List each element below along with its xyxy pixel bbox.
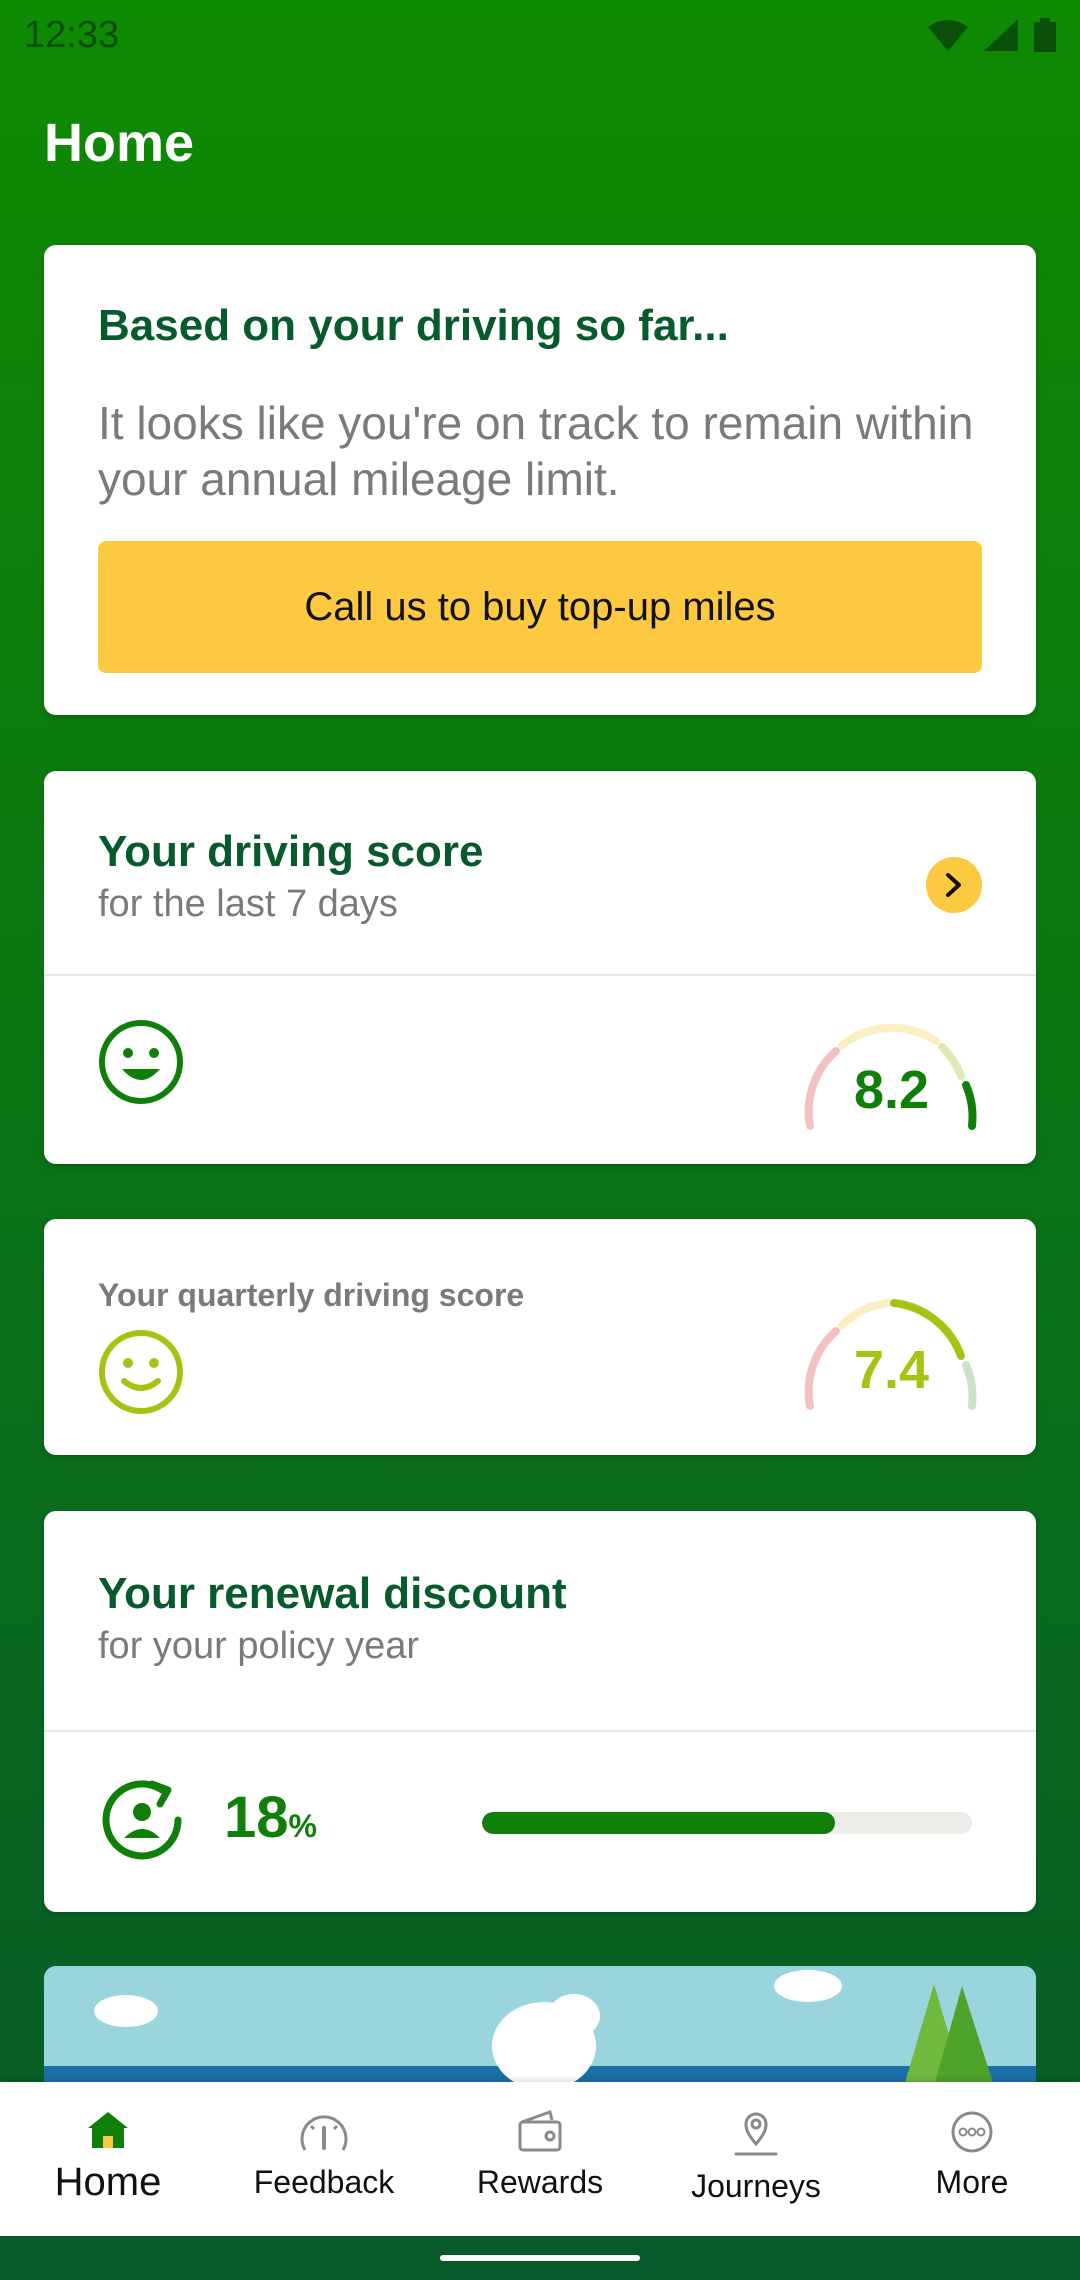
gesture-bar [0, 2236, 1080, 2280]
renewal-value-number: 18 [224, 1785, 289, 1850]
nav-rewards-label: Rewards [476, 2164, 604, 2200]
promo-banner[interactable] [44, 1966, 1036, 2086]
renewal-cycle-icon [102, 1780, 182, 1860]
nav-more[interactable]: More [864, 2082, 1080, 2236]
wifi-icon [928, 20, 968, 51]
home-icon [88, 2112, 128, 2148]
more-dots-icon [951, 2111, 993, 2153]
card-divider [44, 974, 1036, 976]
happy-face-icon [99, 1020, 183, 1104]
renewal-title: Your renewal discount [98, 1569, 567, 1618]
nav-feedback[interactable]: Feedback [216, 2082, 432, 2236]
quarterly-score-value: 7.4 [854, 1340, 930, 1400]
nav-home[interactable]: Home [0, 2082, 216, 2236]
wallet-icon [518, 2110, 562, 2152]
nav-rewards[interactable]: Rewards [432, 2082, 648, 2236]
mileage-card-title: Based on your driving so far... [98, 301, 729, 350]
weekly-score-card[interactable]: Your driving score for the last 7 days 8… [44, 771, 1036, 1164]
promo-illustration [44, 1970, 1036, 2086]
page-title: Home [44, 113, 195, 173]
mileage-card-body: It looks like you're on track to remain … [98, 397, 974, 505]
location-pin-icon [734, 2112, 778, 2156]
chevron-right-icon [946, 873, 961, 897]
status-time: 12:33 [24, 13, 120, 56]
mileage-card: Based on your driving so far... It looks… [44, 245, 1036, 715]
speedometer-icon [300, 2115, 348, 2151]
cta-label: Call us to buy top-up miles [304, 584, 776, 629]
bottom-navigation: Home Feedback Rewards Journeys More [0, 2082, 1080, 2236]
renewal-progress-fill [482, 1812, 835, 1834]
renewal-progress-bar [482, 1812, 972, 1834]
quarterly-score-card[interactable]: Your quarterly driving score 7.4 [44, 1219, 1036, 1455]
nav-feedback-label: Feedback [253, 2164, 395, 2200]
nav-home-label: Home [54, 2160, 162, 2204]
status-bar: 12:33 [0, 0, 1080, 70]
buy-top-up-miles-button[interactable]: Call us to buy top-up miles [98, 541, 982, 673]
renewal-row: 18% [44, 1732, 1036, 1912]
renewal-subtitle: for your policy year [98, 1625, 420, 1667]
renewal-discount-card[interactable]: Your renewal discount for your policy ye… [44, 1511, 1036, 1912]
nav-journeys[interactable]: Journeys [648, 2082, 864, 2236]
weekly-score-title: Your driving score [98, 827, 484, 876]
weekly-score-details-button[interactable] [926, 857, 982, 913]
weekly-score-subtitle: for the last 7 days [98, 883, 398, 925]
home-gesture-handle[interactable] [440, 2255, 640, 2261]
smiling-face-icon [99, 1330, 183, 1414]
battery-icon [1034, 18, 1056, 52]
weekly-score-value: 8.2 [854, 1060, 930, 1120]
renewal-value-unit: % [288, 1808, 317, 1844]
status-icons [928, 18, 1056, 52]
nav-journeys-label: Journeys [691, 2168, 821, 2204]
nav-more-label: More [935, 2164, 1009, 2200]
quarterly-score-title: Your quarterly driving score [98, 1277, 525, 1313]
signal-icon [984, 19, 1018, 51]
renewal-discount-value: 18% [224, 1784, 317, 1851]
